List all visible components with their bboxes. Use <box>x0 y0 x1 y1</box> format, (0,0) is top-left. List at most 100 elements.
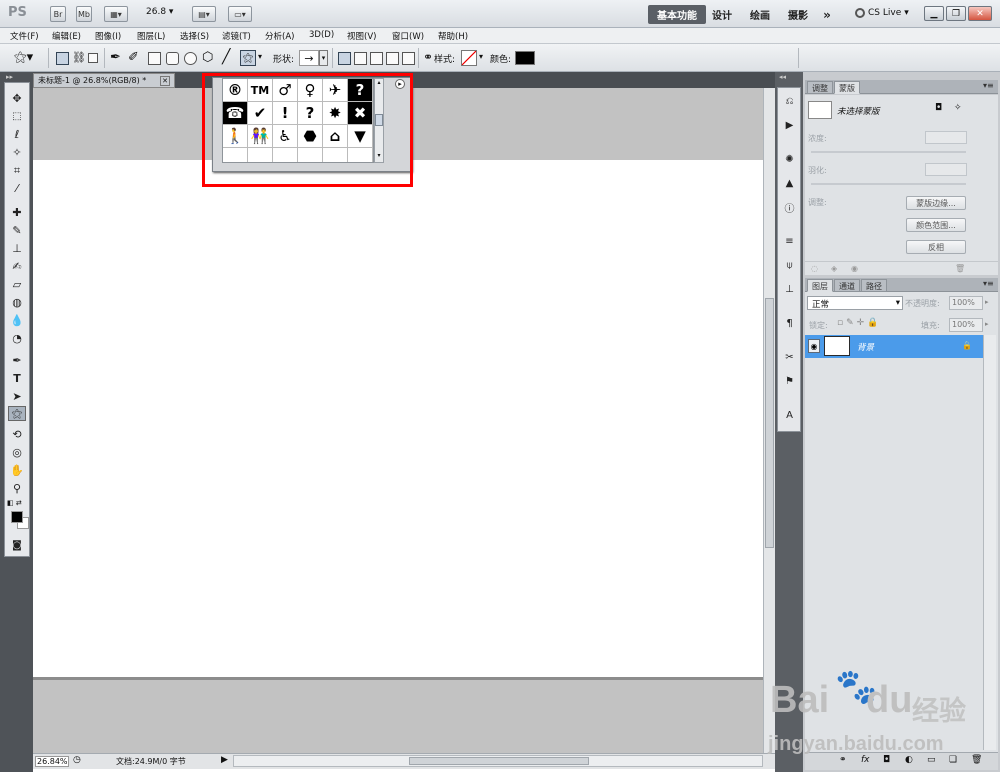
style-picker-swatch[interactable] <box>461 50 477 66</box>
mask-edge-button[interactable]: 蒙版边缘... <box>906 196 966 210</box>
eraser-tool-icon[interactable]: ▱ <box>8 277 26 292</box>
collapse-panel-icon[interactable]: ▸▸ <box>6 73 13 81</box>
freeform-pen-tool-icon[interactable]: ✐ <box>128 50 139 65</box>
path-selection-tool-icon[interactable]: ➤ <box>8 389 26 404</box>
brush-tool-icon[interactable]: ✎ <box>8 223 26 238</box>
rectangle-tool-icon[interactable] <box>148 52 161 65</box>
add-vector-mask-icon[interactable]: ✧ <box>954 103 962 113</box>
quick-mask-icon[interactable]: ◙ <box>8 538 26 553</box>
disable-mask-icon[interactable]: ◉ <box>851 264 858 273</box>
brush-presets-panel-icon[interactable]: ≡ <box>782 234 797 248</box>
foreground-color-swatch[interactable] <box>11 511 23 523</box>
3d-orbit-tool-icon[interactable]: ◎ <box>8 445 26 460</box>
density-field[interactable] <box>925 131 967 144</box>
lasso-tool-icon[interactable]: ℓ <box>8 127 26 142</box>
3d-panel-icon[interactable]: ⚑ <box>782 374 797 388</box>
add-to-shape-area-button[interactable] <box>354 52 367 65</box>
density-slider[interactable] <box>811 151 966 153</box>
minimize-button[interactable]: ▁ <box>924 6 944 21</box>
intersect-shape-areas-button[interactable] <box>386 52 399 65</box>
3d-rotate-tool-icon[interactable]: ⟲ <box>8 427 26 442</box>
horizontal-scroll-thumb[interactable] <box>409 757 589 765</box>
polygon-tool-icon[interactable]: ⬡ <box>202 50 213 65</box>
panel-menu-icon[interactable]: ▾≡ <box>983 279 994 288</box>
tab-paths[interactable]: 路径 <box>861 279 887 292</box>
shape-layers-mode-button[interactable] <box>56 52 69 65</box>
vertical-scroll-thumb[interactable] <box>765 298 774 548</box>
opacity-slider-arrow[interactable]: ▸ <box>985 298 989 306</box>
delete-mask-icon[interactable]: 🗑 <box>955 264 965 273</box>
color-swatch[interactable] <box>515 51 535 65</box>
blur-tool-icon[interactable]: 💧 <box>8 313 26 328</box>
layer-name[interactable]: 背景 <box>857 341 874 353</box>
menu-layer[interactable]: 图层(L) <box>137 30 165 42</box>
eyedropper-tool-icon[interactable]: ⁄ <box>8 181 26 196</box>
brush-panel-icon[interactable]: ⍦ <box>782 258 797 272</box>
screen-mode-dropdown[interactable]: ▭▾ <box>228 6 252 22</box>
shape-picker-dropdown-button[interactable]: ▾ <box>319 50 328 66</box>
menu-help[interactable]: 帮助(H) <box>438 30 468 42</box>
clone-source-panel-icon[interactable]: ⊥ <box>782 282 797 296</box>
info-panel-icon[interactable]: ⓘ <box>782 200 797 215</box>
menu-view[interactable]: 视图(V) <box>347 30 376 42</box>
menu-analysis[interactable]: 分析(A) <box>265 30 294 42</box>
workspace-essentials[interactable]: 基本功能 <box>648 5 706 24</box>
workspace-photography[interactable]: 摄影 <box>784 5 812 24</box>
menu-select[interactable]: 选择(S) <box>180 30 209 42</box>
status-menu-arrow[interactable]: ▶ <box>221 755 228 765</box>
geometry-options-dropdown[interactable]: ▾ <box>258 52 262 61</box>
tab-adjustments[interactable]: 调整 <box>807 81 833 94</box>
actions-panel-icon[interactable]: ▶ <box>782 118 797 132</box>
zoom-dropdown[interactable]: 26.8 ▾ <box>146 7 173 17</box>
tab-channels[interactable]: 通道 <box>834 279 860 292</box>
feather-field[interactable] <box>925 163 967 176</box>
apply-mask-icon[interactable]: ◈ <box>831 264 837 273</box>
menu-edit[interactable]: 编辑(E) <box>52 30 81 42</box>
color-range-button[interactable]: 颜色范围... <box>906 218 966 232</box>
cs-live-menu[interactable]: CS Live ▾ <box>855 8 909 18</box>
link-icon[interactable]: ⚭ <box>423 50 433 64</box>
paragraph-panel-icon[interactable]: ¶ <box>782 316 797 330</box>
blend-mode-dropdown[interactable]: 正常 ▾ <box>807 296 903 310</box>
ellipse-tool-icon[interactable] <box>184 52 197 65</box>
style-dropdown-icon[interactable]: ▾ <box>479 52 483 61</box>
custom-shape-tool-icon[interactable]: ⚝ <box>240 50 256 66</box>
crop-tool-icon[interactable]: ⌗ <box>8 163 26 178</box>
dodge-tool-icon[interactable]: ◔ <box>8 331 26 346</box>
menu-image[interactable]: 图像(I) <box>95 30 121 42</box>
feather-slider[interactable] <box>811 183 966 185</box>
expand-panels-icon[interactable]: ◂◂ <box>779 73 786 81</box>
shape-preview-arrow[interactable]: → <box>299 50 319 66</box>
opacity-field[interactable]: 100% <box>949 296 983 310</box>
lock-icons[interactable]: ▫✎✛🔒 <box>837 318 881 328</box>
layer-row-background[interactable]: ◉ 背景 🔒 <box>805 335 983 358</box>
panel-menu-icon[interactable]: ▾≡ <box>983 81 994 90</box>
arrange-documents-dropdown[interactable]: ▤▾ <box>192 6 216 22</box>
close-document-button[interactable]: ✕ <box>160 75 170 86</box>
bridge-button[interactable]: Br <box>50 6 66 22</box>
tool-preset-picker[interactable]: ⚝▾ <box>14 50 33 65</box>
create-new-shape-layer-button[interactable] <box>338 52 351 65</box>
histogram-panel-icon[interactable]: ▲ <box>782 176 797 190</box>
marquee-tool-icon[interactable]: ⬚ <box>8 109 26 124</box>
mini-bridge-button[interactable]: Mb <box>76 6 92 22</box>
move-tool-icon[interactable]: ✥ <box>8 91 26 106</box>
workspace-painting[interactable]: 绘画 <box>746 5 774 24</box>
more-workspaces-button[interactable]: » <box>818 5 836 24</box>
vertical-scrollbar[interactable] <box>763 88 775 753</box>
workspace-design[interactable]: 设计 <box>708 5 736 24</box>
view-extras-dropdown[interactable]: ▦▾ <box>104 6 128 22</box>
line-tool-icon[interactable]: ╱ <box>222 49 230 65</box>
tab-layers[interactable]: 图层 <box>807 279 833 292</box>
fill-field[interactable]: 100% <box>949 318 983 332</box>
fill-pixels-mode-button[interactable] <box>88 53 98 63</box>
layer-visibility-eye-icon[interactable]: ◉ <box>808 339 820 353</box>
zoom-level-field[interactable]: 26.84% <box>35 756 69 767</box>
type-tool-icon[interactable]: T <box>8 371 26 386</box>
horizontal-scrollbar[interactable] <box>233 755 763 767</box>
rounded-rectangle-tool-icon[interactable] <box>166 52 179 65</box>
paint-bucket-tool-icon[interactable]: ◍ <box>8 295 26 310</box>
healing-brush-tool-icon[interactable]: ✚ <box>8 205 26 220</box>
paths-mode-button[interactable]: ⛓ <box>72 51 86 64</box>
pen-tool-icon[interactable]: ✒ <box>110 50 121 65</box>
